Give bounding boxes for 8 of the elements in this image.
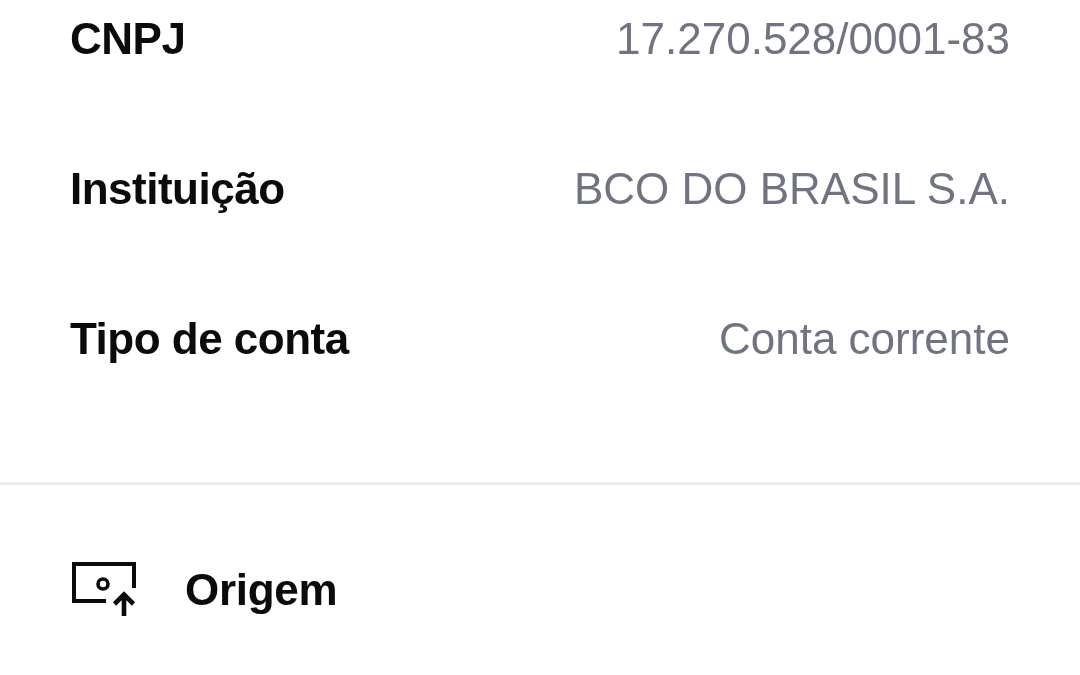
detail-label: Tipo de conta [70, 313, 349, 365]
detail-value: Conta corrente [718, 313, 1010, 365]
image-upload-icon [72, 562, 136, 616]
detail-value: 17.270.528/0001-83 [616, 13, 1010, 65]
detail-label: Instituição [70, 163, 285, 215]
detail-value: BCO DO BRASIL S.A. [573, 163, 1010, 215]
detail-label: CNPJ [70, 13, 186, 65]
section-title: Origem [185, 563, 338, 616]
